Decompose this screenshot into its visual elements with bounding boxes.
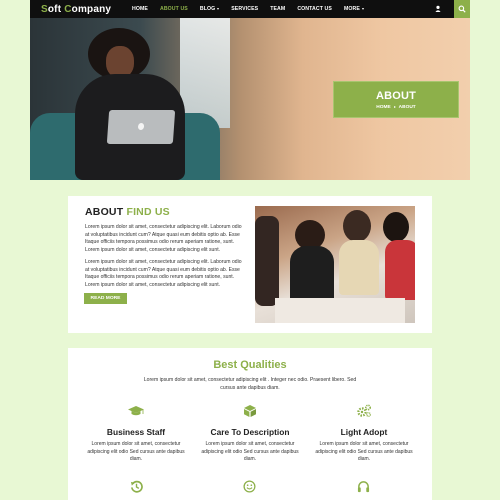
about-paragraph-1: Lorem ipsum dolor sit amet, consectetur … bbox=[85, 224, 242, 254]
gears-icon bbox=[309, 404, 419, 418]
nav-more-label: MORE bbox=[343, 6, 360, 12]
nav-contact-us[interactable]: CONTACT US bbox=[291, 0, 338, 18]
nav-about-us-label: ABOUT US bbox=[159, 6, 188, 12]
hero-laptop bbox=[106, 110, 176, 144]
feature-description: Lorem ipsum dolor sit amet, consectetur … bbox=[87, 441, 185, 462]
qualities-heading: Best Qualities bbox=[213, 359, 287, 371]
headphones-icon bbox=[357, 481, 370, 493]
about-heading-accent: FIND US bbox=[126, 206, 170, 218]
nav-more[interactable]: MORE bbox=[338, 0, 370, 18]
smile-icon bbox=[243, 480, 256, 493]
qualities-section: Best Qualities Lorem ipsum dolor sit ame… bbox=[68, 348, 432, 500]
chevron-down-icon bbox=[217, 8, 220, 10]
photo-table bbox=[275, 298, 405, 323]
team-photo bbox=[255, 206, 415, 323]
hero-banner: ABOUT HOME ABOUT bbox=[30, 18, 470, 180]
feature-description: Lorem ipsum dolor sit amet, consectetur … bbox=[315, 441, 413, 462]
nav-links: HOME ABOUT US BLOG SERVICES TEAM CONTACT… bbox=[126, 0, 370, 18]
search-button[interactable] bbox=[454, 0, 470, 18]
brand-letter-s: S bbox=[41, 3, 48, 15]
photo-person-body-1 bbox=[290, 246, 334, 306]
nav-about-us[interactable]: ABOUT US bbox=[154, 0, 194, 18]
qualities-subtitle: Lorem ipsum dolor sit amet, consectetur … bbox=[143, 377, 357, 391]
history-icon bbox=[130, 480, 143, 493]
about-heading-main: ABOUT bbox=[85, 206, 127, 218]
brand-letter-c: C bbox=[64, 3, 72, 15]
read-more-button[interactable]: READ MORE bbox=[84, 293, 127, 304]
about-heading: ABOUT FIND US bbox=[85, 206, 170, 218]
nav-team[interactable]: TEAM bbox=[264, 0, 291, 18]
nav-blog-label: BLOG bbox=[199, 6, 216, 12]
nav-services[interactable]: SERVICES bbox=[225, 0, 264, 18]
about-section: ABOUT FIND US Lorem ipsum dolor sit amet… bbox=[68, 196, 432, 333]
feature-light-adopt: Light Adopt Lorem ipsum dolor sit amet, … bbox=[309, 404, 419, 464]
feature-title: Care To Description bbox=[210, 427, 290, 437]
feature-business-staff: Business Staff Lorem ipsum dolor sit ame… bbox=[81, 404, 191, 464]
graduation-cap-icon bbox=[81, 404, 191, 418]
photo-person-hair-3 bbox=[383, 212, 409, 242]
feature-title: Business Staff bbox=[106, 427, 166, 437]
page-title-banner: ABOUT HOME ABOUT bbox=[333, 81, 459, 118]
cube-icon bbox=[195, 404, 305, 418]
nav-team-label: TEAM bbox=[270, 6, 286, 12]
search-icon bbox=[458, 5, 466, 13]
breadcrumb-home[interactable]: HOME bbox=[376, 105, 390, 110]
chevron-down-icon bbox=[361, 8, 364, 10]
page-title: ABOUT bbox=[375, 89, 417, 102]
brand-text-oft: oft bbox=[47, 3, 65, 15]
chevron-right-icon bbox=[393, 106, 396, 108]
nav-contact-us-label: CONTACT US bbox=[297, 6, 332, 12]
brand-text-ompany: ompany bbox=[71, 3, 112, 15]
breadcrumb: HOME ABOUT bbox=[376, 105, 415, 110]
breadcrumb-current: ABOUT bbox=[398, 104, 416, 110]
about-paragraph-2: Lorem ipsum dolor sit amet, consectetur … bbox=[85, 259, 242, 289]
nav-home-label: HOME bbox=[132, 6, 148, 12]
nav-services-label: SERVICES bbox=[231, 6, 259, 12]
apple-logo-icon bbox=[137, 123, 145, 130]
photo-person-hair-2 bbox=[343, 210, 371, 242]
nav-home[interactable]: HOME bbox=[126, 0, 154, 18]
photo-person-body-2 bbox=[339, 240, 379, 295]
feature-description: Lorem ipsum dolor sit amet, consectetur … bbox=[201, 441, 299, 462]
photo-person-body-3 bbox=[385, 240, 415, 300]
user-icon[interactable] bbox=[433, 4, 443, 14]
top-navbar: Soft Company HOME ABOUT US BLOG SERVICES… bbox=[30, 0, 470, 18]
photo-person-side bbox=[255, 216, 279, 306]
brand-logo[interactable]: Soft Company bbox=[30, 4, 126, 15]
feature-title: Light Adopt bbox=[340, 427, 388, 437]
nav-blog[interactable]: BLOG bbox=[194, 0, 225, 18]
feature-care-to-description: Care To Description Lorem ipsum dolor si… bbox=[195, 404, 305, 464]
hero-window bbox=[180, 18, 230, 128]
